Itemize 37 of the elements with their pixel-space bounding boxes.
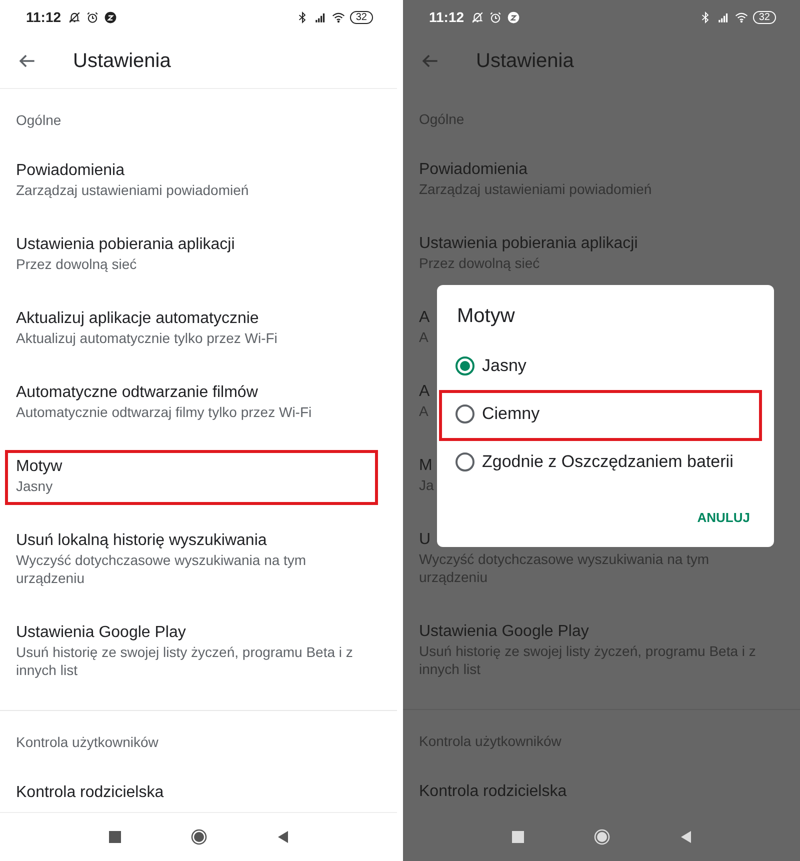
signal-icon [716,10,730,24]
radio-button[interactable] [455,452,475,472]
recents-button[interactable] [106,829,122,845]
signal-icon [314,10,327,24]
wifi-icon [332,10,345,24]
cancel-button[interactable]: ANULUJ [697,504,750,531]
section-header: Ogólne [15,111,62,130]
battery-level: 32 [752,10,776,24]
dialog-title: Motyw [456,305,516,329]
muted-bell-icon [68,10,82,24]
radio-button[interactable] [455,356,475,376]
settings-item[interactable]: Automatyczne odtwarzanie filmów Automatycznie odtwarzaj filmy tylko przez Wi-Fi [0,371,397,445]
settings-item[interactable]: Powiadomienia Zarządzaj ustawieniami powiadomień [0,149,397,223]
home-button[interactable] [190,829,206,845]
settings-item[interactable]: Motyw Jasny [0,445,397,519]
status-time: 11:12 [429,9,464,25]
settings-item[interactable]: Kontrola rodzicielska [0,771,397,812]
alarm-icon [86,10,100,24]
toolbar-title: Ustawienia [476,50,574,72]
settings-item[interactable]: Ustawienia Google Play Usuń historię ze swojej listy życzeń, programu Beta i z innych list [0,611,397,703]
notification-badge-icon [507,10,520,24]
toolbar-title: Ustawienia [73,50,171,72]
muted-bell-icon [471,10,484,24]
settings-item[interactable]: Aktualizuj aplikacje automatycznie Aktualizuj automatycznie tylko przez Wi-Fi [0,297,397,371]
battery-level: 32 [350,10,373,24]
recents-button[interactable] [510,829,526,845]
radio-option[interactable]: Jasny [437,342,774,390]
section-header: Kontrola użytkowników [15,733,160,752]
radio-option[interactable]: Ciemny [437,390,774,438]
radio-button[interactable] [455,404,475,424]
settings-item[interactable]: Ustawienia pobierania aplikacji Przez dowolną sieć [0,223,397,297]
wifi-icon [734,10,748,24]
settings-item[interactable]: Usuń lokalną historię wyszukiwania Wyczyść dotychczasowe wyszukiwania na tym urządzeniu [0,519,397,611]
notification-badge-icon [104,10,118,24]
radio-option[interactable]: Zgodnie z Oszczędzaniem baterii [437,438,774,486]
alarm-icon [489,10,502,24]
status-time: 11:12 [26,9,62,25]
